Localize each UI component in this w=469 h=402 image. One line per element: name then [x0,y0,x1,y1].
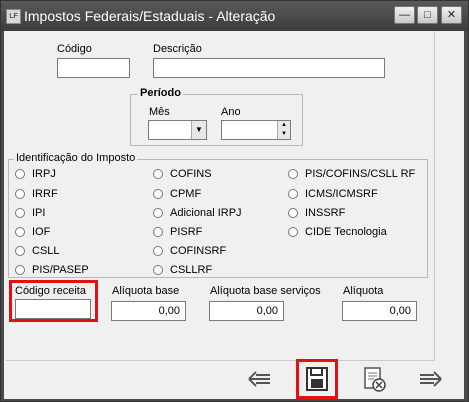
codigo-receita-label: Código receita [15,285,86,297]
radio-circle-icon [153,208,163,218]
descricao-label: Descrição [153,43,202,55]
aliquota-base-servicos-label: Alíquota base serviços [210,285,321,297]
form-right-divider [434,31,435,361]
radio-label: CSLL [32,245,60,257]
chevron-down-icon: ▼ [195,125,203,134]
main-window: LF Impostos Federais/Estaduais - Alteraç… [0,0,469,402]
aliquota-base-input[interactable]: 0,00 [111,301,186,321]
radio-circle-icon [288,208,298,218]
window-title: Impostos Federais/Estaduais - Alteração [24,8,276,24]
radio-circle-icon [15,265,25,275]
radio-label: PIS/COFINS/CSLL RF [305,168,416,180]
spin-up-icon[interactable]: ▲ [278,121,290,130]
radio-label: IOF [32,226,51,238]
radio-circle-icon [15,208,25,218]
radio-circle-icon [288,169,298,179]
radio-circle-icon [153,189,163,199]
arrow-right-icon [420,371,442,387]
aliquota-label: Alíquota [343,285,384,297]
radio-label: COFINSRF [170,245,227,257]
radio-circle-icon [153,227,163,237]
codigo-input[interactable] [57,58,130,78]
ano-spinner[interactable]: ▲ ▼ [221,120,291,140]
radio-circle-icon [15,246,25,256]
previous-button[interactable] [243,362,277,396]
radio-label: CIDE Tecnologia [305,226,387,238]
mes-dropdown-button[interactable]: ▼ [191,121,206,139]
spin-down-icon[interactable]: ▼ [278,130,290,139]
close-button[interactable]: ✕ [441,6,462,24]
radio-circle-icon [288,189,298,199]
radio-label: IRPJ [32,168,56,180]
radio-label: ICMS/ICMSRF [305,188,378,200]
radio-circle-icon [153,246,163,256]
mes-select[interactable]: ▼ [148,120,207,140]
cancel-button[interactable] [357,362,391,396]
periodo-label: Período [138,87,183,99]
maximize-button[interactable]: □ [417,6,438,24]
aliquota-input[interactable]: 0,00 [342,301,417,321]
radio-circle-icon [15,189,25,199]
radio-circle-icon [153,265,163,275]
radio-label: CPMF [170,188,202,200]
close-icon: ✕ [446,9,457,21]
aliquota-base-servicos-input[interactable]: 0,00 [209,301,284,321]
radio-label: PISRF [170,226,203,238]
imposto-group-legend: Identificação do Imposto [14,152,138,164]
cancel-document-icon [364,367,386,392]
mes-label: Mês [149,106,170,118]
minimize-icon: — [399,9,410,21]
radio-circle-icon [15,227,25,237]
radio-circle-icon [15,169,25,179]
maximize-icon: □ [424,9,431,21]
toolbar-divider [6,360,434,361]
next-button[interactable] [413,362,447,396]
aliquota-base-label: Alíquota base [112,285,180,297]
radio-label: Adicional IRPJ [170,207,242,219]
radio-circle-icon [288,227,298,237]
radio-label: PIS/PASEP [32,264,89,276]
radio-label: CSLLRF [170,264,213,276]
codigo-receita-input[interactable] [15,299,91,319]
save-button[interactable] [300,363,334,397]
ano-label: Ano [221,106,241,118]
ano-spin-buttons[interactable]: ▲ ▼ [277,121,290,139]
app-icon: LF [6,9,21,24]
radio-label: INSSRF [305,207,346,219]
radio-circle-icon [153,169,163,179]
radio-label: IRRF [32,188,58,200]
form-area: Código Descrição Período Mês ▼ Ano ▲ ▼ I… [4,31,464,399]
radio-label: COFINS [170,168,212,180]
codigo-label: Código [57,43,92,55]
arrow-left-icon [248,371,270,387]
minimize-button[interactable]: — [394,6,415,24]
title-bar[interactable]: LF Impostos Federais/Estaduais - Alteraç… [1,1,468,31]
save-icon [306,367,328,391]
descricao-input[interactable] [153,58,385,78]
radio-label: IPI [32,207,46,219]
